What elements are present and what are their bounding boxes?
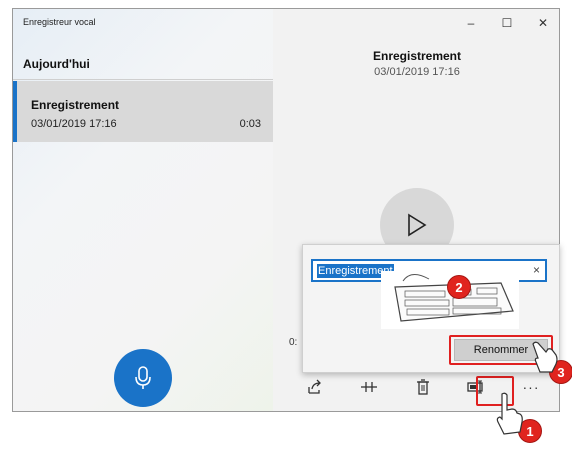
- pointing-hand-icon: [532, 341, 558, 373]
- detail-date: 03/01/2019 17:16: [374, 66, 460, 78]
- trim-button[interactable]: [356, 376, 382, 398]
- record-button[interactable]: [114, 349, 172, 407]
- detail-title: Enregistrement: [372, 49, 462, 63]
- recording-name: Enregistrement: [31, 98, 120, 112]
- recordings-list-pane: Enregistreur vocal Aujourd'hui Enregistr…: [13, 9, 273, 411]
- playback-time: 0:: [289, 337, 298, 348]
- step-marker-2: 2: [447, 275, 471, 299]
- minimize-button[interactable]: –: [453, 9, 489, 37]
- recording-duration: 0:03: [239, 118, 261, 130]
- rename-flyout: Enregistrement × Renommer: [302, 244, 560, 373]
- clear-input-button[interactable]: ×: [533, 263, 540, 277]
- delete-button[interactable]: [410, 376, 436, 398]
- header-divider: [13, 79, 273, 80]
- maximize-button[interactable]: ☐: [489, 9, 525, 37]
- trash-icon: [417, 379, 429, 395]
- recording-date: 03/01/2019 17:16: [31, 118, 117, 130]
- close-button[interactable]: ✕: [525, 9, 559, 37]
- play-icon: [408, 213, 427, 237]
- share-button[interactable]: [302, 376, 328, 398]
- group-header-today: Aujourd'hui: [23, 57, 90, 71]
- trim-icon: [361, 382, 377, 392]
- list-item-recording[interactable]: Enregistrement 03/01/2019 17:16 0:03: [13, 81, 273, 142]
- share-icon: [308, 379, 321, 394]
- window-controls: – ☐ ✕: [453, 9, 559, 37]
- microphone-icon: [135, 366, 151, 389]
- app-title: Enregistreur vocal: [23, 17, 96, 27]
- pointing-hand-icon: [496, 392, 523, 435]
